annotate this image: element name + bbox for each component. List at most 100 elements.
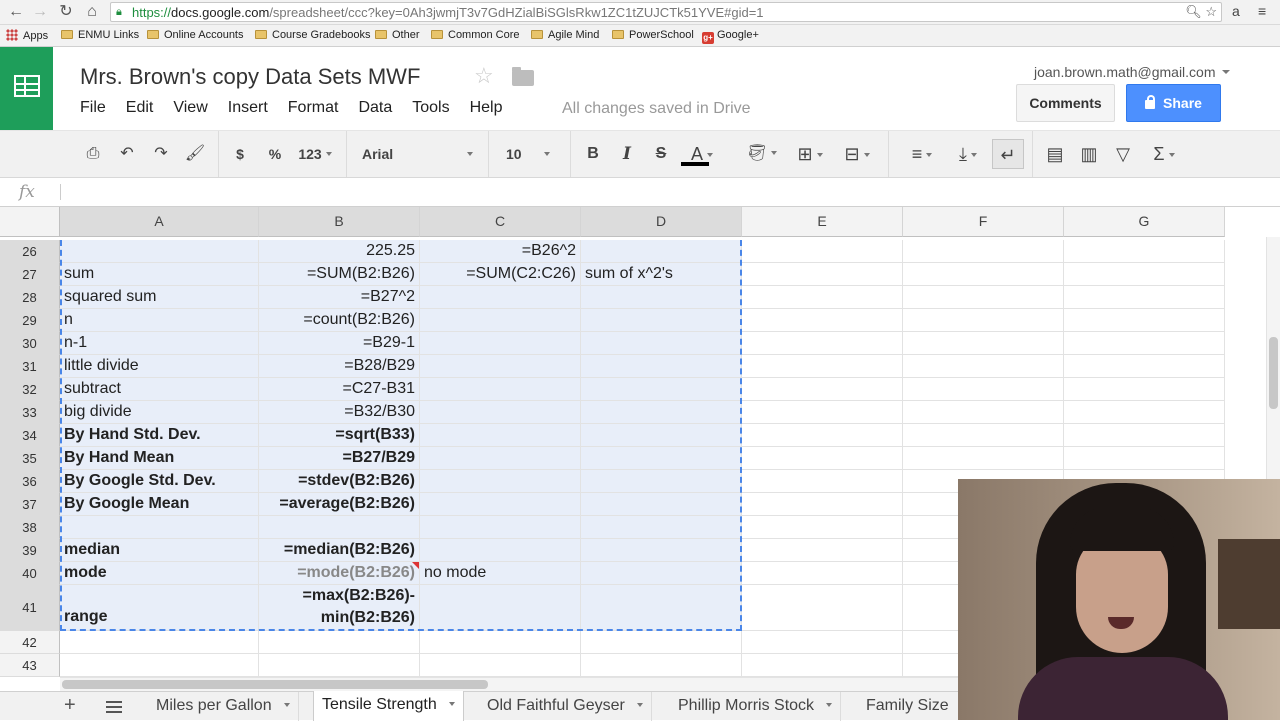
cell-g27[interactable]	[1064, 263, 1225, 286]
cell-f31[interactable]	[903, 355, 1064, 378]
cell-e38[interactable]	[742, 516, 903, 539]
fill-color-dropdown[interactable]: 🪣︎	[742, 142, 782, 166]
cell-c32[interactable]	[420, 378, 581, 401]
cell-b43[interactable]	[259, 654, 420, 677]
column-header-g[interactable]: G	[1064, 207, 1225, 237]
cell-a34[interactable]: By Hand Std. Dev.	[60, 424, 259, 447]
move-to-folder-icon[interactable]	[512, 67, 534, 86]
cell-c28[interactable]	[420, 286, 581, 309]
cell-note-indicator[interactable]	[412, 562, 419, 569]
cell-b38[interactable]	[259, 516, 420, 539]
horizontal-align-dropdown[interactable]: ≡	[900, 142, 944, 166]
menu-file[interactable]: File	[80, 99, 106, 116]
redo-icon[interactable]: ↷	[148, 142, 174, 166]
cell-d39[interactable]	[581, 539, 742, 562]
column-header-e[interactable]: E	[742, 207, 903, 237]
cell-b36[interactable]: =stdev(B2:B26)	[259, 470, 420, 493]
row-header[interactable]: 41	[0, 585, 60, 631]
insert-chart-icon[interactable]: ▥	[1076, 142, 1102, 166]
cell-b26[interactable]: 225.25	[259, 240, 420, 263]
cell-a39[interactable]: median	[60, 539, 259, 562]
cell-g34[interactable]	[1064, 424, 1225, 447]
reload-icon[interactable]: ↻	[56, 3, 76, 21]
bookmark-enmu-links[interactable]: ENMU Links	[61, 29, 139, 41]
formula-input[interactable]	[68, 183, 1248, 201]
cell-d35[interactable]	[581, 447, 742, 470]
currency-format-button[interactable]: $	[230, 142, 250, 166]
strikethrough-button[interactable]: S	[650, 142, 672, 166]
menu-tools[interactable]: Tools	[412, 99, 449, 116]
cell-a26[interactable]	[60, 240, 259, 263]
cell-f28[interactable]	[903, 286, 1064, 309]
cell-d31[interactable]	[581, 355, 742, 378]
comments-button[interactable]: Comments	[1016, 84, 1115, 122]
amazon-extension-icon[interactable]: a	[1232, 3, 1240, 19]
cell-b35[interactable]: =B27/B29	[259, 447, 420, 470]
row-header[interactable]: 32	[0, 378, 60, 401]
row-header[interactable]: 27	[0, 263, 60, 286]
cell-a32[interactable]: subtract	[60, 378, 259, 401]
row-header[interactable]: 34	[0, 424, 60, 447]
cell-e33[interactable]	[742, 401, 903, 424]
cell-g35[interactable]	[1064, 447, 1225, 470]
font-size-dropdown[interactable]: 10	[506, 142, 550, 166]
cell-e30[interactable]	[742, 332, 903, 355]
cell-b33[interactable]: =B32/B30	[259, 401, 420, 424]
row-header[interactable]: 30	[0, 332, 60, 355]
document-title[interactable]: Mrs. Brown's copy Data Sets MWF	[80, 64, 420, 90]
address-bar[interactable]: 🔒︎ https://docs.google.com/spreadsheet/c…	[110, 2, 1222, 22]
cell-f32[interactable]	[903, 378, 1064, 401]
cell-c41[interactable]	[420, 585, 581, 631]
column-header-d[interactable]: D	[581, 207, 742, 237]
cell-a36[interactable]: By Google Std. Dev.	[60, 470, 259, 493]
row-header[interactable]: 37	[0, 493, 60, 516]
menu-data[interactable]: Data	[358, 99, 392, 116]
cell-b27[interactable]: =SUM(B2:B26)	[259, 263, 420, 286]
bookmark-online-accounts[interactable]: Online Accounts	[147, 29, 244, 41]
menu-help[interactable]: Help	[470, 99, 503, 116]
cell-a40[interactable]: mode	[60, 562, 259, 585]
share-button[interactable]: Share	[1126, 84, 1221, 122]
bookmark-google-plus[interactable]: g+ Google+	[702, 29, 759, 44]
cell-e40[interactable]	[742, 562, 903, 585]
cell-a43[interactable]	[60, 654, 259, 677]
cell-b42[interactable]	[259, 631, 420, 654]
bookmark-other[interactable]: Other	[375, 29, 420, 41]
cell-g26[interactable]	[1064, 240, 1225, 263]
cell-b29[interactable]: =count(B2:B26)	[259, 309, 420, 332]
cell-a38[interactable]	[60, 516, 259, 539]
cell-e32[interactable]	[742, 378, 903, 401]
cell-e28[interactable]	[742, 286, 903, 309]
cell-e35[interactable]	[742, 447, 903, 470]
cell-f27[interactable]	[903, 263, 1064, 286]
bookmark-common-core[interactable]: Common Core	[431, 29, 520, 41]
cell-d28[interactable]	[581, 286, 742, 309]
bold-button[interactable]: B	[582, 142, 604, 166]
cell-e37[interactable]	[742, 493, 903, 516]
vertical-align-dropdown[interactable]: ⤓	[946, 142, 990, 166]
home-icon[interactable]: ⌂	[82, 3, 102, 21]
cell-a30[interactable]: n-1	[60, 332, 259, 355]
bookmark-course-gradebooks[interactable]: Course Gradebooks	[255, 29, 370, 41]
cell-d29[interactable]	[581, 309, 742, 332]
cell-e41[interactable]	[742, 585, 903, 631]
cell-c27[interactable]: =SUM(C2:C26)	[420, 263, 581, 286]
row-header[interactable]: 31	[0, 355, 60, 378]
cell-a33[interactable]: big divide	[60, 401, 259, 424]
star-icon[interactable]: ☆	[474, 63, 494, 89]
row-header[interactable]: 35	[0, 447, 60, 470]
column-header-b[interactable]: B	[259, 207, 420, 237]
cell-f33[interactable]	[903, 401, 1064, 424]
functions-dropdown[interactable]: Σ	[1144, 142, 1184, 166]
cell-b41[interactable]: =max(B2:B26)- min(B2:B26)	[259, 585, 420, 631]
cell-a28[interactable]: squared sum	[60, 286, 259, 309]
bookmark-powerschool[interactable]: PowerSchool	[612, 29, 694, 41]
cell-c26[interactable]: =B26^2	[420, 240, 581, 263]
bookmark-apps[interactable]: Apps	[6, 29, 48, 42]
cell-g28[interactable]	[1064, 286, 1225, 309]
tab-old-faithful-geyser[interactable]: Old Faithful Geyser	[479, 692, 652, 721]
cell-a42[interactable]	[60, 631, 259, 654]
cell-e31[interactable]	[742, 355, 903, 378]
cell-g31[interactable]	[1064, 355, 1225, 378]
cell-g30[interactable]	[1064, 332, 1225, 355]
